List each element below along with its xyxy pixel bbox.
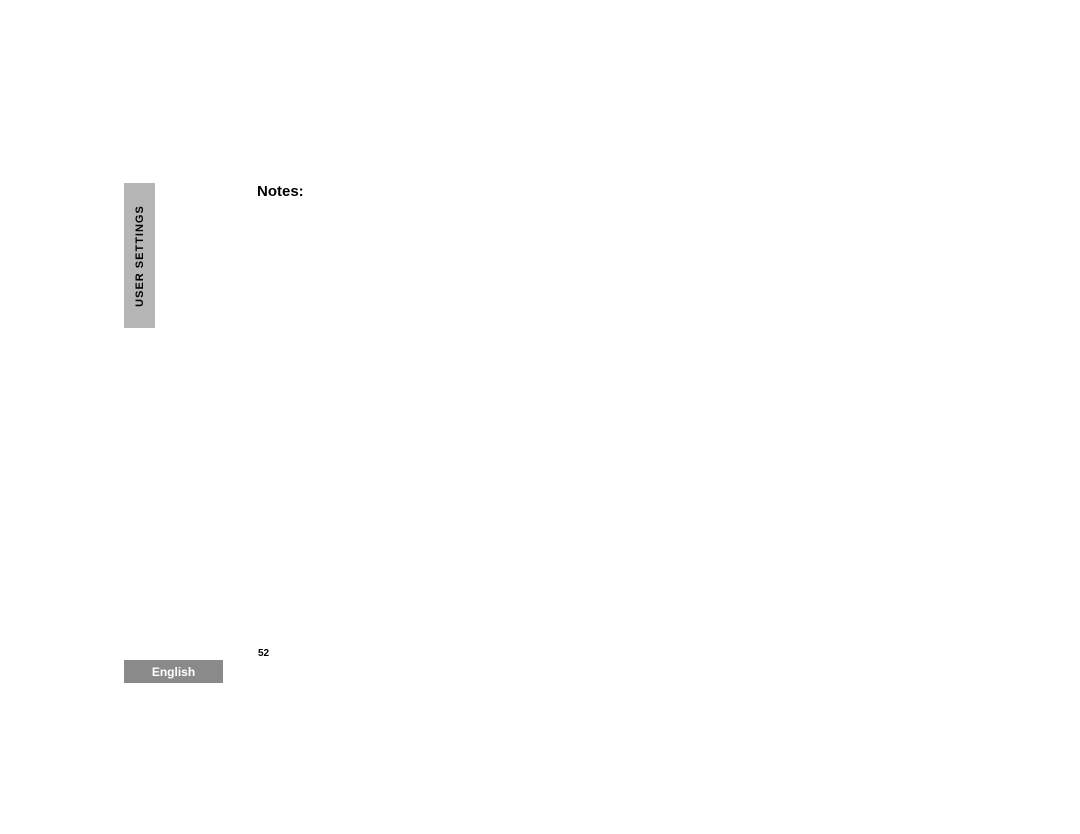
section-tab-label: User Settings [134, 205, 146, 307]
language-tab: English [124, 660, 223, 683]
notes-heading: Notes: [257, 183, 304, 200]
language-label: English [152, 665, 195, 679]
section-tab: User Settings [124, 183, 155, 328]
page-number: 52 [258, 648, 269, 659]
